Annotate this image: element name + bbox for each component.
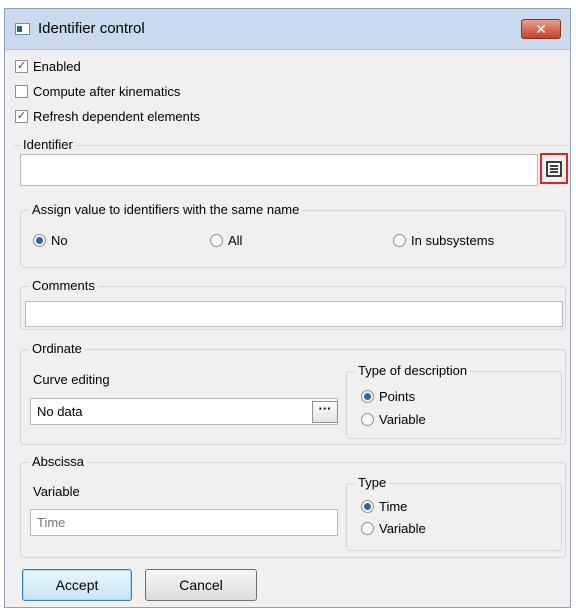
assign-all-radio[interactable] xyxy=(210,233,223,247)
assign-in-subsystems-label: In subsystems xyxy=(411,232,495,248)
compute-after-kinematics-option[interactable]: Compute after kinematics xyxy=(15,82,180,100)
assign-all-option[interactable]: All xyxy=(210,231,242,249)
description-points-label: Points xyxy=(379,388,416,404)
cancel-button[interactable]: Cancel xyxy=(145,569,257,601)
assign-value-legend: Assign value to identifiers with the sam… xyxy=(29,202,303,217)
compute-after-kinematics-label: Compute after kinematics xyxy=(33,83,181,99)
assign-in-subsystems-option[interactable]: In subsystems xyxy=(393,231,494,249)
identifier-browse-button[interactable] xyxy=(540,153,568,184)
description-variable-radio[interactable] xyxy=(361,412,374,426)
assign-all-label: All xyxy=(228,232,243,248)
window-icon xyxy=(15,23,30,35)
title-bar[interactable]: Identifier control ✕ xyxy=(5,9,570,50)
curve-editing-label: Curve editing xyxy=(33,372,110,387)
curve-editing-button[interactable]: ··· xyxy=(312,401,338,423)
abscissa-type-variable-label: Variable xyxy=(379,520,426,536)
list-icon xyxy=(546,160,562,177)
identifier-control-dialog: Identifier control ✕ ✓ Enabled Compute a… xyxy=(4,8,571,608)
abscissa-variable-label: Variable xyxy=(33,484,80,499)
refresh-dependent-label: Refresh dependent elements xyxy=(33,108,200,124)
identifier-legend: Identifier xyxy=(20,137,76,152)
refresh-dependent-option[interactable]: ✓ Refresh dependent elements xyxy=(15,107,200,125)
abscissa-variable-input[interactable] xyxy=(30,509,338,536)
identifier-input[interactable] xyxy=(20,154,538,186)
description-variable-option[interactable]: Variable xyxy=(361,410,426,428)
comments-input[interactable] xyxy=(25,301,563,327)
ordinate-legend: Ordinate xyxy=(29,341,85,356)
abscissa-type-time-radio[interactable] xyxy=(361,499,374,513)
close-button[interactable]: ✕ xyxy=(521,19,561,39)
enabled-checkbox[interactable]: ✓ xyxy=(15,59,28,73)
type-of-description-legend: Type of description xyxy=(355,363,471,378)
abscissa-type-variable-option[interactable]: Variable xyxy=(361,519,426,537)
compute-after-kinematics-checkbox[interactable] xyxy=(15,84,28,98)
assign-no-label: No xyxy=(51,232,68,248)
abscissa-type-time-option[interactable]: Time xyxy=(361,497,407,515)
assign-in-subsystems-radio[interactable] xyxy=(393,233,406,247)
description-points-radio[interactable] xyxy=(361,389,374,403)
refresh-dependent-checkbox[interactable]: ✓ xyxy=(15,109,28,123)
abscissa-legend: Abscissa xyxy=(29,454,88,469)
abscissa-type-time-label: Time xyxy=(379,498,408,514)
description-variable-label: Variable xyxy=(379,411,426,427)
accept-button[interactable]: Accept xyxy=(22,569,132,601)
abscissa-type-legend: Type xyxy=(355,475,390,490)
curve-editing-field: No data xyxy=(30,398,338,425)
abscissa-type-group: Type xyxy=(346,475,562,551)
abscissa-type-variable-radio[interactable] xyxy=(361,521,374,535)
window-title: Identifier control xyxy=(38,20,145,37)
type-of-description-group: Type of description xyxy=(346,363,562,439)
assign-no-radio[interactable] xyxy=(33,233,46,247)
enabled-option[interactable]: ✓ Enabled xyxy=(15,57,81,75)
assign-no-option[interactable]: No xyxy=(33,231,68,249)
enabled-label: Enabled xyxy=(33,58,81,74)
comments-legend: Comments xyxy=(29,278,98,293)
description-points-option[interactable]: Points xyxy=(361,387,415,405)
